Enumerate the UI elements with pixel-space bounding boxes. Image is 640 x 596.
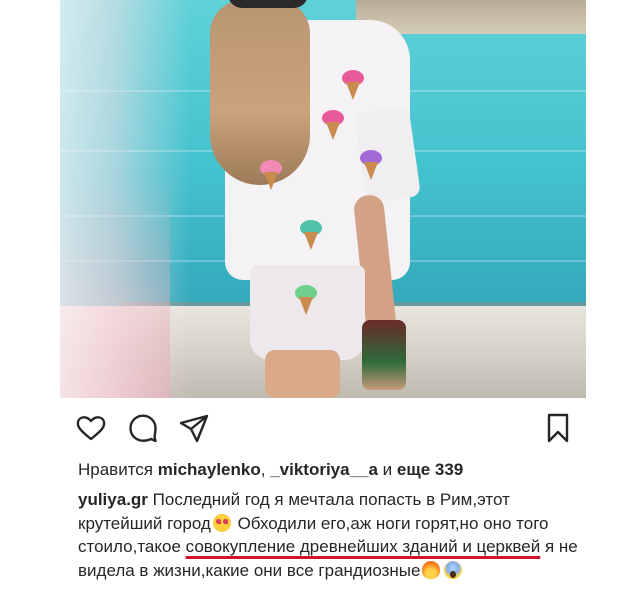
bookmark-icon[interactable] xyxy=(542,412,574,444)
underlined-phrase: совокупление древнейших зданий и церквей xyxy=(185,537,541,557)
likes-count-link[interactable]: еще 339 xyxy=(397,460,463,479)
ice-cream-print xyxy=(342,70,364,100)
caption-username[interactable]: yuliya.gr xyxy=(78,490,148,509)
lens-glare xyxy=(60,0,190,398)
heart-icon[interactable] xyxy=(75,412,107,444)
post-action-bar xyxy=(60,398,586,456)
screaming-face-emoji xyxy=(444,560,463,579)
paper-plane-icon[interactable] xyxy=(178,412,210,444)
heart-eyes-cat-emoji xyxy=(212,513,231,532)
comment-bubble-icon[interactable] xyxy=(127,412,159,444)
person-bag xyxy=(362,320,406,390)
ice-cream-print xyxy=(295,285,317,315)
post-photo[interactable] xyxy=(60,0,586,398)
ice-cream-print xyxy=(322,110,344,140)
ice-cream-print xyxy=(260,160,282,190)
fire-emoji xyxy=(422,560,441,579)
liker-username[interactable]: michaylenko xyxy=(158,460,261,479)
post-caption: yuliya.gr Последний год я мечтала попаст… xyxy=(78,490,578,580)
likes-line: Нравится michaylenko, _viktoriya__a и ещ… xyxy=(78,460,464,479)
ice-cream-print xyxy=(300,220,322,250)
person-hair xyxy=(210,0,310,185)
ice-cream-print xyxy=(360,150,382,180)
liker-username[interactable]: _viktoriya__a xyxy=(270,460,378,479)
